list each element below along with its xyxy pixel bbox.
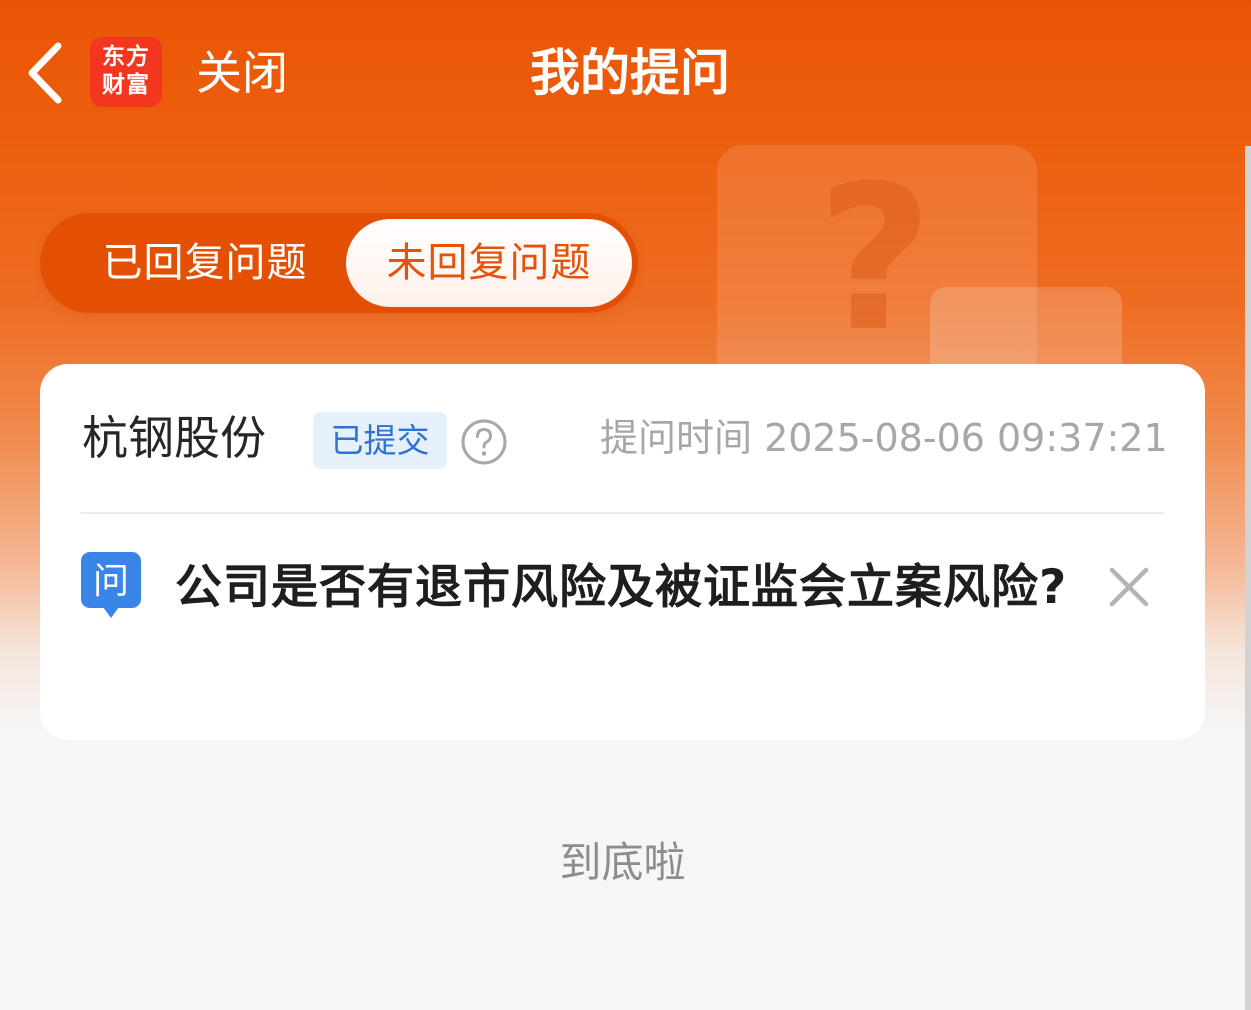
logo-line1: 东方 bbox=[102, 43, 150, 70]
close-icon[interactable] bbox=[1108, 566, 1150, 608]
back-arrow-icon[interactable] bbox=[22, 38, 72, 108]
question-badge-icon: 问 bbox=[81, 552, 141, 618]
question-text: 公司是否有退市风险及被证监会立案风险? bbox=[175, 560, 1068, 615]
question-time: 提问时间 2025-08-06 09:37:21 bbox=[600, 416, 1168, 460]
status-badge: 已提交 bbox=[313, 412, 447, 469]
close-button[interactable]: 关闭 bbox=[196, 40, 288, 106]
question-mark-illustration: ? bbox=[816, 143, 933, 376]
end-of-list-text: 到底啦 bbox=[559, 838, 686, 887]
scrollbar[interactable] bbox=[1245, 146, 1251, 1010]
help-icon[interactable] bbox=[459, 417, 509, 467]
tab-unanswered-questions[interactable]: 未回复问题 bbox=[346, 219, 632, 307]
question-tabs: 已回复问题 未回复问题 bbox=[40, 213, 638, 313]
question-badge-text: 问 bbox=[93, 561, 129, 602]
eastmoney-logo: 东方 财富 bbox=[90, 37, 162, 107]
stock-name: 杭钢股份 bbox=[82, 411, 266, 465]
divider bbox=[81, 512, 1164, 514]
question-card[interactable]: 杭钢股份 已提交 提问时间 2025-08-06 09:37:21 问 公司是否… bbox=[40, 364, 1205, 740]
top-bar: 东方 财富 关闭 我的提问 bbox=[0, 0, 1251, 150]
page-title: 我的提问 bbox=[530, 44, 730, 102]
tab-answered-questions[interactable]: 已回复问题 bbox=[60, 219, 350, 307]
logo-line2: 财富 bbox=[102, 71, 150, 98]
